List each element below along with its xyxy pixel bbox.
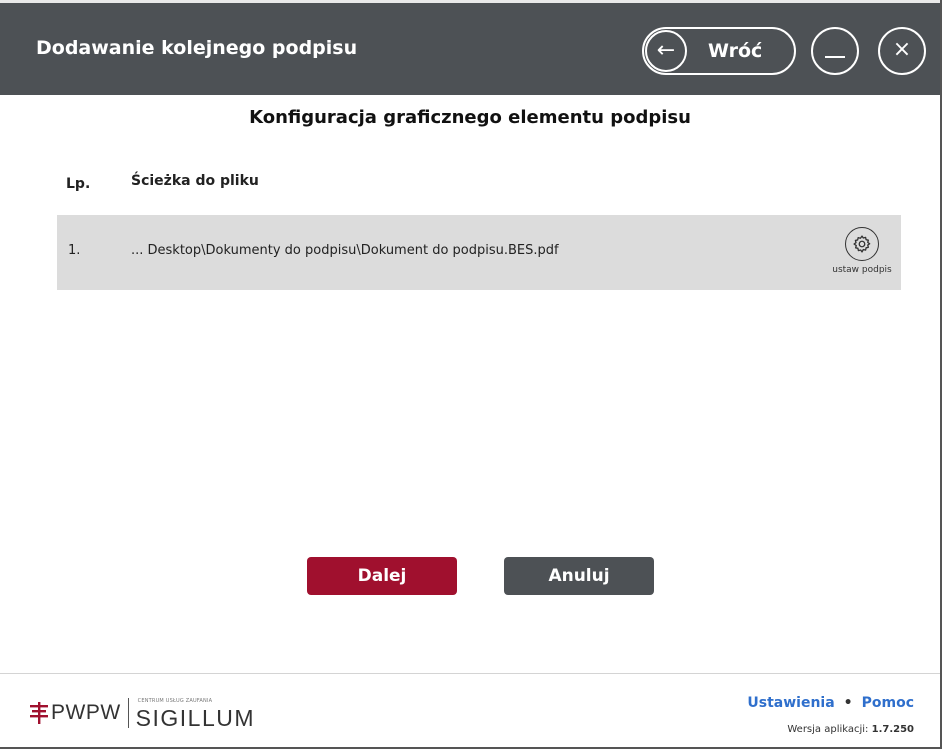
logo-separator [127,698,129,728]
app-version: Wersja aplikacji: 1.7.250 [787,724,914,735]
column-header-file-path: Ścieżka do pliku [131,173,259,189]
title-bar: Dodawanie kolejnego podpisu ← Wróć × [0,0,940,95]
row-number: 1. [68,243,81,258]
pwpw-emblem-icon [30,702,48,724]
set-signature-button[interactable]: ustaw podpis [827,227,897,279]
pwpw-sigillum-logo: PWPW CENTRUM USŁUG ZAUFANIA SIGILLUM [30,693,255,733]
gear-icon [845,227,879,261]
app-window: Dodawanie kolejnego podpisu ← Wróć × Kon… [0,0,942,749]
settings-link[interactable]: Ustawienia [747,695,834,711]
logo-sigillum-text: SIGILLUM [135,705,256,731]
cancel-button[interactable]: Anuluj [504,557,654,595]
footer-divider [0,673,940,674]
logo-pwpw-text: PWPW [51,701,121,724]
section-heading: Konfiguracja graficznego elementu podpis… [249,107,691,128]
logo-sigillum-block: CENTRUM USŁUG ZAUFANIA SIGILLUM [136,693,255,733]
column-header-number: Lp. [66,176,91,192]
back-button[interactable]: ← Wróć [642,27,796,75]
back-button-label: Wróć [708,40,763,62]
arrow-left-icon: ← [645,30,687,72]
footer-link-separator: • [843,695,853,711]
table-row: 1. ... Desktop\Dokumenty do podpisu\Doku… [57,215,901,290]
row-file-path: ... Desktop\Dokumenty do podpisu\Dokumen… [131,243,559,258]
close-button[interactable]: × [878,27,926,75]
minimize-button[interactable] [811,27,859,75]
logo-small-text: CENTRUM USŁUG ZAUFANIA [137,698,213,704]
version-value: 1.7.250 [871,724,914,735]
footer-links: Ustawienia • Pomoc [747,695,914,711]
window-title: Dodawanie kolejnego podpisu [36,37,358,59]
close-icon: × [892,37,912,62]
set-signature-label: ustaw podpis [832,265,892,275]
minimize-icon [825,56,845,58]
version-label: Wersja aplikacji: [787,724,869,735]
next-button[interactable]: Dalej [307,557,457,595]
help-link[interactable]: Pomoc [862,695,914,711]
